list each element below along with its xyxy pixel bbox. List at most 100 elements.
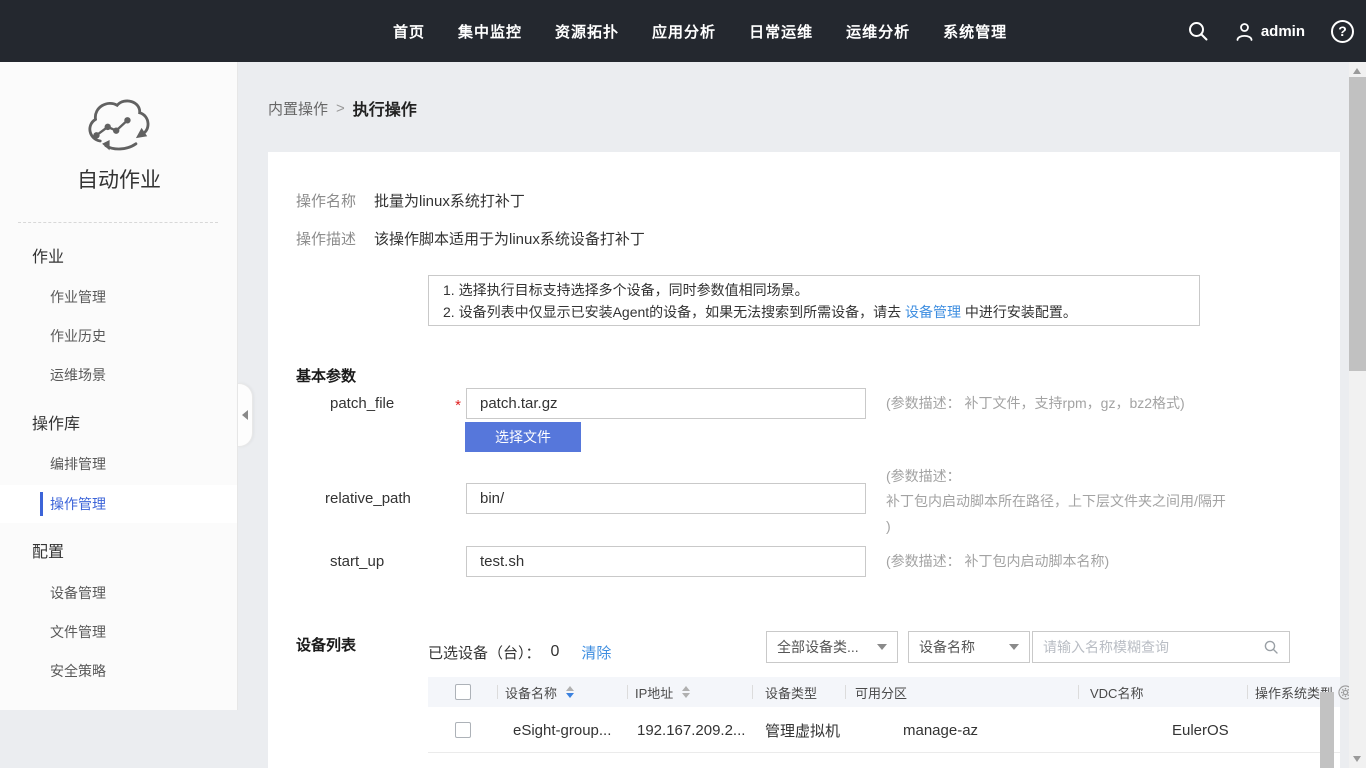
header-ip-address[interactable]: IP地址 <box>635 677 690 707</box>
operation-name-value: 批量为linux系统打补丁 <box>374 191 525 213</box>
username-label: admin <box>1261 23 1305 40</box>
user-menu[interactable]: admin <box>1235 22 1305 41</box>
main-menu: 首页 集中监控 资源拓扑 应用分析 日常运维 运维分析 系统管理 <box>393 0 1007 62</box>
sidebar-item-label: 操作管理 <box>50 496 106 512</box>
search-field-dropdown[interactable]: 设备名称 <box>908 631 1030 663</box>
automation-icon <box>0 94 238 161</box>
nav-item-system-mgmt[interactable]: 系统管理 <box>943 21 1007 42</box>
start-up-label: start_up <box>330 546 384 577</box>
notice-line-2-suffix: 中进行安装配置。 <box>961 304 1077 320</box>
sidebar-item-orchestration-management[interactable]: 编排管理 <box>0 450 237 478</box>
relative-path-label: relative_path <box>325 483 411 514</box>
nav-item-daily-ops[interactable]: 日常运维 <box>749 21 813 42</box>
required-asterisk: * <box>452 388 464 419</box>
sidebar-item-security-policy[interactable]: 安全策略 <box>0 657 237 685</box>
search-icon[interactable] <box>1187 20 1209 42</box>
navbar-right: admin ? <box>1187 0 1354 62</box>
page-scrollbar[interactable] <box>1349 62 1366 768</box>
chevron-left-icon <box>242 410 248 420</box>
relative-path-hint: (参数描述： 补丁包内启动脚本所在路径，上下层文件夹之间用/隔开 ) <box>886 464 1338 539</box>
sidebar-section-operation-library: 操作库 <box>32 411 80 439</box>
header-label: 设备类型 <box>765 683 817 702</box>
sidebar-item-ops-scenario[interactable]: 运维场景 <box>0 361 237 389</box>
operation-name-label: 操作名称 <box>296 191 356 213</box>
header-device-type: 设备类型 <box>765 677 817 707</box>
operation-desc-value: 该操作脚本适用于为linux系统设备打补丁 <box>374 229 645 251</box>
header-vdc-name: VDC名称 <box>1090 677 1143 707</box>
sidebar-section-jobs: 作业 <box>32 244 64 272</box>
nav-item-monitoring[interactable]: 集中监控 <box>458 21 522 42</box>
content-card: 操作名称 批量为linux系统打补丁 操作描述 该操作脚本适用于为linux系统… <box>268 152 1340 768</box>
header-os-type: 操作系统类型 <box>1255 677 1353 707</box>
header-label: 可用分区 <box>855 683 907 702</box>
scroll-up-arrow-icon[interactable] <box>1353 68 1361 74</box>
sidebar-item-operation-management[interactable]: 操作管理 <box>0 485 237 523</box>
nav-item-app-analysis[interactable]: 应用分析 <box>652 21 716 42</box>
operation-name-row: 操作名称 批量为linux系统打补丁 <box>296 191 525 213</box>
chevron-down-icon <box>877 644 887 650</box>
sidebar-item-job-history[interactable]: 作业历史 <box>0 322 237 350</box>
page-scrollbar-thumb[interactable] <box>1349 77 1366 371</box>
device-type-filter-dropdown[interactable]: 全部设备类... <box>766 631 898 663</box>
active-indicator-bar <box>40 492 43 516</box>
cell-os-type: EulerOS <box>1172 707 1229 753</box>
cell-availability-zone: manage-az <box>903 707 978 753</box>
selected-devices-label: 已选设备（台）： <box>428 642 541 663</box>
column-divider <box>845 685 846 699</box>
select-all-checkbox[interactable] <box>455 684 471 700</box>
start-up-input[interactable] <box>466 546 866 577</box>
clear-selection-link[interactable]: 清除 <box>581 642 611 663</box>
row-checkbox[interactable] <box>455 722 471 738</box>
header-label: VDC名称 <box>1090 683 1143 702</box>
sidebar-item-device-management[interactable]: 设备管理 <box>0 579 237 607</box>
operation-desc-label: 操作描述 <box>296 229 356 251</box>
choose-file-button[interactable]: 选择文件 <box>465 422 581 452</box>
nav-item-home[interactable]: 首页 <box>393 21 425 42</box>
nav-item-ops-analysis[interactable]: 运维分析 <box>846 21 910 42</box>
sidebar-collapse-handle[interactable] <box>238 383 253 447</box>
chevron-down-icon <box>1009 644 1019 650</box>
relative-path-input[interactable] <box>466 483 866 514</box>
breadcrumb-separator: > <box>336 100 345 117</box>
help-icon[interactable]: ? <box>1331 20 1354 43</box>
patch-file-label: patch_file <box>330 388 394 419</box>
breadcrumb-parent[interactable]: 内置操作 <box>268 98 328 119</box>
selected-devices-count: 0 <box>551 643 560 661</box>
selected-devices-row: 已选设备（台）： 0 清除 <box>428 640 611 664</box>
notice-line-2-text: 2. 设备列表中仅显示已安装Agent的设备，如果无法搜索到所需设备，请去 <box>443 304 905 320</box>
sidebar-item-job-management[interactable]: 作业管理 <box>0 283 237 311</box>
start-up-hint: (参数描述： 补丁包内启动脚本名称) <box>886 546 1338 577</box>
notice-box: 1. 选择执行目标支持选择多个设备，同时参数值相同场景。 2. 设备列表中仅显示… <box>428 275 1200 326</box>
sidebar: 自动作业 作业 作业管理 作业历史 运维场景 操作库 编排管理 操作管理 配置 … <box>0 62 238 710</box>
column-divider <box>1078 685 1079 699</box>
sort-icon[interactable] <box>682 686 690 698</box>
device-type-filter-value: 全部设备类... <box>777 637 859 657</box>
notice-line-1: 1. 选择执行目标支持选择多个设备，同时参数值相同场景。 <box>443 279 1185 301</box>
device-table-header: 设备名称 IP地址 设备类型 可用分区 VDC名称 <box>428 677 1340 707</box>
column-divider <box>497 685 498 699</box>
sidebar-section-configuration: 配置 <box>32 539 64 567</box>
search-icon[interactable] <box>1263 639 1279 655</box>
sidebar-item-file-management[interactable]: 文件管理 <box>0 618 237 646</box>
device-search-input[interactable] <box>1043 639 1263 655</box>
header-device-name[interactable]: 设备名称 <box>505 677 574 707</box>
user-icon <box>1235 22 1254 41</box>
column-divider <box>1247 685 1248 699</box>
scroll-down-arrow-icon[interactable] <box>1353 756 1361 762</box>
device-management-link[interactable]: 设备管理 <box>905 304 961 320</box>
breadcrumb: 内置操作 > 执行操作 <box>268 96 417 120</box>
row-select-cell <box>455 707 471 753</box>
patch-file-hint: (参数描述： 补丁文件，支持rpm，gz，bz2格式) <box>886 388 1338 419</box>
sidebar-divider <box>18 222 218 223</box>
cell-device-name: eSight-group... <box>513 707 611 753</box>
app-title: 自动作业 <box>0 164 238 194</box>
sort-icon[interactable] <box>566 686 574 698</box>
nav-item-topology[interactable]: 资源拓扑 <box>555 21 619 42</box>
patch-file-input[interactable] <box>466 388 866 419</box>
table-row[interactable]: eSight-group... 192.167.209.2... 管理虚拟机 m… <box>428 707 1340 753</box>
header-label: 设备名称 <box>505 683 557 702</box>
table-scrollbar-thumb[interactable] <box>1320 692 1334 768</box>
top-navbar: 首页 集中监控 资源拓扑 应用分析 日常运维 运维分析 系统管理 admin ? <box>0 0 1366 62</box>
header-label: IP地址 <box>635 683 673 702</box>
column-divider <box>752 685 753 699</box>
